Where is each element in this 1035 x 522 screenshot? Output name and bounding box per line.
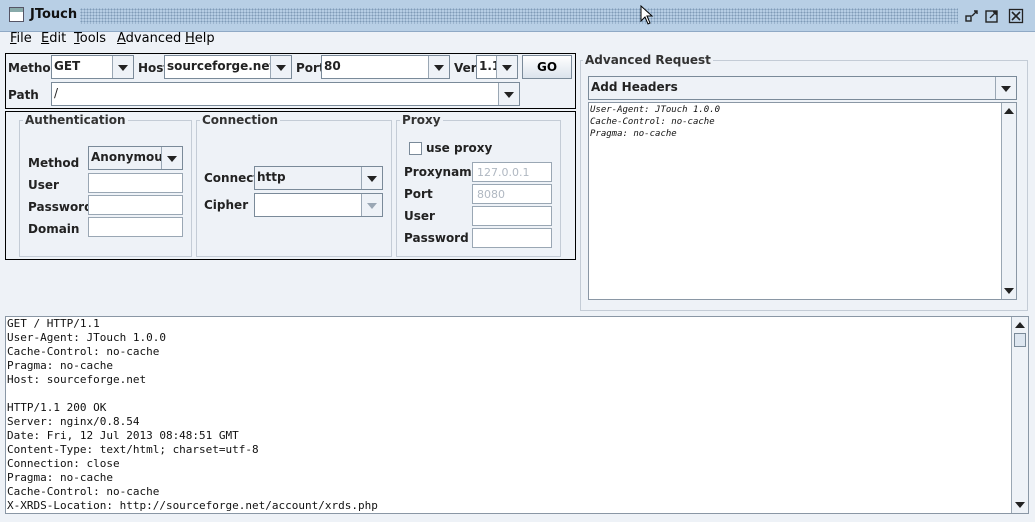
response-scrollbar[interactable] — [1011, 317, 1028, 513]
response-line: User-Agent: JTouch 1.0.0 — [7, 331, 166, 344]
auth-domain-field[interactable] — [88, 217, 183, 237]
response-line: Host: sourceforge.net — [7, 373, 147, 386]
headers-textarea[interactable]: User-Agent: JTouch 1.0.0 Cache-Control: … — [588, 102, 1017, 300]
auth-method-combo[interactable]: Anonymous — [88, 146, 183, 170]
title-bar-grip — [80, 8, 958, 24]
response-line — [7, 387, 378, 401]
auth-domain-label: Domain — [28, 222, 80, 236]
connection-title: Connection — [200, 113, 281, 127]
method-value: GET — [54, 59, 81, 73]
ver-label: Ver — [454, 61, 477, 75]
close-icon[interactable] — [1008, 8, 1024, 24]
header-line: Pragma: no-cache — [590, 129, 677, 139]
menu-advanced[interactable]: Advanced — [113, 31, 185, 46]
header-line: Cache-Control: no-cache — [590, 117, 715, 127]
scroll-thumb[interactable] — [1014, 333, 1026, 347]
method-combo[interactable]: GET — [51, 55, 134, 79]
response-line: Cache-Control: no-cache — [7, 485, 160, 498]
proxy-port-label: Port — [404, 187, 433, 201]
response-line: GET / HTTP/1.1 — [7, 317, 100, 330]
auth-method-value: Anonymous — [91, 150, 170, 164]
auth-user-label: User — [28, 178, 59, 192]
chevron-down-icon — [361, 194, 382, 216]
port-value: 80 — [324, 59, 341, 73]
response-line: Date: Fri, 12 Jul 2013 08:48:51 GMT — [7, 429, 239, 442]
path-label: Path — [8, 88, 39, 102]
response-textarea[interactable]: GET / HTTP/1.1 User-Agent: JTouch 1.0.0 … — [5, 316, 1029, 514]
headers-scrollbar[interactable] — [1001, 103, 1016, 299]
maximize-icon[interactable] — [984, 8, 1000, 24]
auth-user-field[interactable] — [88, 173, 183, 193]
proxy-password-label: Password — [404, 231, 469, 245]
proxy-port-field[interactable]: 8080 — [472, 184, 552, 204]
header-line: User-Agent: JTouch 1.0.0 — [590, 105, 721, 115]
version-combo[interactable]: 1.1 — [476, 55, 518, 79]
response-line: Cache-Control: no-cache — [7, 345, 160, 358]
headers-text: User-Agent: JTouch 1.0.0 Cache-Control: … — [590, 104, 720, 140]
go-button[interactable]: GO — [522, 55, 572, 79]
host-combo[interactable]: sourceforge.net — [164, 55, 292, 79]
scroll-down-icon[interactable] — [1015, 502, 1025, 508]
window-app-icon — [9, 7, 24, 22]
chevron-down-icon[interactable] — [112, 56, 133, 78]
chevron-down-icon[interactable] — [995, 77, 1016, 99]
response-line: X-XRDS-Location: http://sourceforge.net/… — [7, 499, 378, 512]
mouse-cursor-icon — [640, 4, 654, 28]
response-line: Content-Type: text/html; charset=utf-8 — [7, 443, 259, 456]
chevron-down-icon[interactable] — [161, 147, 182, 169]
host-value: sourceforge.net — [167, 59, 276, 73]
authentication-title: Authentication — [23, 113, 128, 127]
response-text: GET / HTTP/1.1 User-Agent: JTouch 1.0.0 … — [7, 317, 378, 513]
path-combo[interactable]: / — [51, 82, 520, 106]
menu-tools[interactable]: Tools — [70, 31, 110, 46]
response-line: Server: nginx/0.8.54 — [7, 415, 140, 428]
scroll-up-icon[interactable] — [1004, 108, 1014, 114]
menu-edit[interactable]: Edit — [37, 31, 70, 46]
scroll-up-icon[interactable] — [1015, 322, 1025, 328]
chevron-down-icon[interactable] — [496, 56, 517, 78]
advanced-request-title: Advanced Request — [583, 53, 713, 67]
menu-file[interactable]: File — [6, 31, 36, 46]
proxyname-label: Proxyname — [404, 165, 480, 179]
proxy-password-field[interactable] — [472, 228, 552, 248]
cipher-combo[interactable] — [254, 193, 383, 217]
path-value: / — [54, 86, 59, 100]
chevron-down-icon[interactable] — [270, 56, 291, 78]
use-proxy-checkbox[interactable] — [409, 142, 422, 155]
connect-value: http — [257, 170, 286, 184]
chevron-down-icon[interactable] — [361, 167, 382, 189]
add-headers-value: Add Headers — [591, 80, 678, 94]
use-proxy-label: use proxy — [426, 141, 493, 155]
port-combo[interactable]: 80 — [321, 55, 450, 79]
proxy-user-field[interactable] — [472, 206, 552, 226]
response-line: Pragma: no-cache — [7, 471, 113, 484]
menu-help[interactable]: Help — [181, 31, 219, 46]
add-headers-combo[interactable]: Add Headers — [588, 76, 1017, 100]
proxy-port-placeholder: 8080 — [477, 188, 505, 201]
proxy-user-label: User — [404, 209, 435, 223]
auth-method-label: Method — [28, 156, 80, 170]
response-line: HTTP/1.1 200 OK — [7, 401, 107, 414]
title-bar[interactable] — [0, 0, 1035, 32]
scroll-down-icon[interactable] — [1004, 288, 1014, 294]
auth-password-label: Password — [28, 200, 93, 214]
connect-label: Connect — [204, 171, 260, 185]
auth-password-field[interactable] — [88, 195, 183, 215]
connect-combo[interactable]: http — [254, 166, 383, 190]
window-title: JTouch — [30, 7, 78, 22]
chevron-down-icon[interactable] — [428, 56, 449, 78]
proxyname-field[interactable]: 127.0.0.1 — [472, 162, 552, 182]
response-line: Connection: close — [7, 457, 120, 470]
proxy-title: Proxy — [400, 113, 443, 127]
chevron-down-icon[interactable] — [498, 83, 519, 105]
proxyname-placeholder: 127.0.0.1 — [477, 166, 530, 179]
response-line: Pragma: no-cache — [7, 359, 113, 372]
cipher-label: Cipher — [204, 198, 249, 212]
minimize-icon[interactable] — [964, 8, 980, 24]
